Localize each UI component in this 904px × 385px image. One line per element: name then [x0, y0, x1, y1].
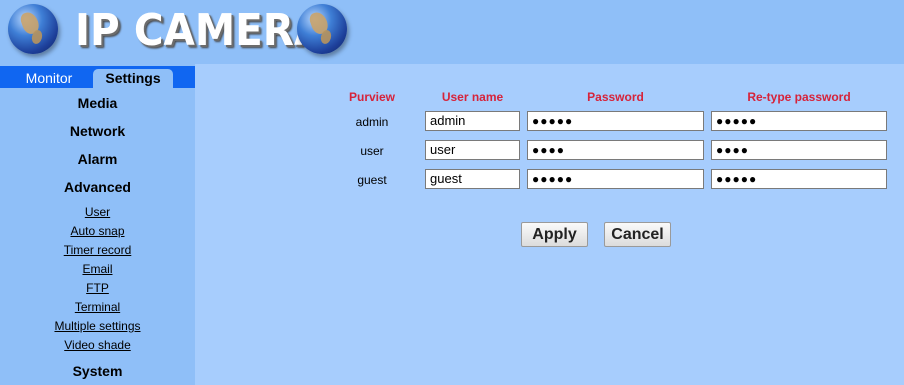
sidebar-link-video-shade[interactable]: Video shade	[0, 338, 195, 352]
sidebar-link-auto-snap[interactable]: Auto snap	[0, 224, 195, 238]
retype-password-field-admin[interactable]: ●●●●●	[711, 111, 887, 131]
cancel-button[interactable]: Cancel	[604, 222, 671, 247]
sidebar-link-terminal[interactable]: Terminal	[0, 300, 195, 314]
app-title: IP CAMERA	[75, 5, 326, 56]
tab-bar: Monitor Settings	[0, 66, 195, 88]
sidebar-item-media[interactable]: Media	[0, 95, 195, 111]
password-field-user[interactable]: ●●●●	[527, 140, 704, 160]
globe-icon	[8, 4, 58, 54]
retype-password-field-guest[interactable]: ●●●●●	[711, 169, 887, 189]
retype-password-field-user[interactable]: ●●●●	[711, 140, 887, 160]
username-field-guest[interactable]: guest	[425, 169, 520, 189]
password-field-guest[interactable]: ●●●●●	[527, 169, 704, 189]
column-header-purview: Purview	[348, 90, 396, 104]
sidebar-link-email[interactable]: Email	[0, 262, 195, 276]
apply-button[interactable]: Apply	[521, 222, 588, 247]
column-header-password: Password	[587, 90, 644, 104]
column-header-retype-password: Re-type password	[747, 90, 851, 104]
sidebar-link-user[interactable]: User	[0, 205, 195, 219]
sidebar-link-ftp[interactable]: FTP	[0, 281, 195, 295]
header-banner: IP CAMERA	[0, 0, 904, 64]
row-purview-guest: guest	[357, 173, 387, 187]
sidebar-item-network[interactable]: Network	[0, 123, 195, 139]
username-field-admin[interactable]: admin	[425, 111, 520, 131]
sidebar-item-advanced[interactable]: Advanced	[0, 179, 195, 195]
sidebar: Monitor Settings Media Network Alarm Adv…	[0, 64, 195, 385]
row-purview-admin: admin	[355, 115, 389, 129]
sidebar-item-system[interactable]: System	[0, 363, 195, 379]
tab-monitor[interactable]: Monitor	[6, 69, 92, 88]
sidebar-link-multiple-settings[interactable]: Multiple settings	[0, 319, 195, 333]
sidebar-item-alarm[interactable]: Alarm	[0, 151, 195, 167]
column-header-username: User name	[441, 90, 504, 104]
password-field-admin[interactable]: ●●●●●	[527, 111, 704, 131]
sidebar-link-timer-record[interactable]: Timer record	[0, 243, 195, 257]
globe-icon	[297, 4, 347, 54]
tab-settings[interactable]: Settings	[93, 69, 173, 88]
row-purview-user: user	[360, 144, 384, 158]
username-field-user[interactable]: user	[425, 140, 520, 160]
